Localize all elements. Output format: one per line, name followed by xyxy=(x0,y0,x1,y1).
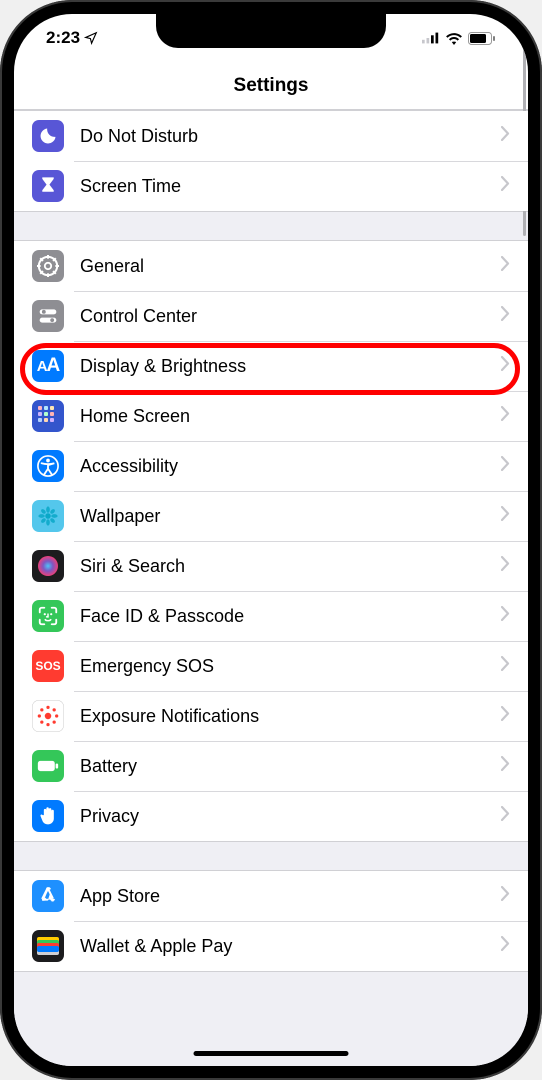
settings-row-appstore[interactable]: App Store xyxy=(14,871,528,921)
chevron-right-icon xyxy=(501,656,510,676)
row-label: General xyxy=(80,256,501,277)
location-arrow-icon xyxy=(84,31,98,45)
chevron-right-icon xyxy=(501,126,510,146)
settings-row-sos[interactable]: SOS Emergency SOS xyxy=(14,641,528,691)
status-right xyxy=(422,32,496,45)
chevron-right-icon xyxy=(501,356,510,376)
settings-row-exposure[interactable]: Exposure Notifications xyxy=(14,691,528,741)
home-indicator[interactable] xyxy=(194,1051,349,1056)
settings-row-dnd[interactable]: Do Not Disturb xyxy=(14,111,528,161)
privacy-icon xyxy=(32,800,64,832)
display-icon: AA xyxy=(32,350,64,382)
row-label: Face ID & Passcode xyxy=(80,606,501,627)
row-label: Display & Brightness xyxy=(80,356,501,377)
chevron-right-icon xyxy=(501,556,510,576)
settings-section: App Store Wallet & Apple Pay xyxy=(14,870,528,972)
battery-icon xyxy=(32,750,64,782)
row-label: Control Center xyxy=(80,306,501,327)
settings-row-wallpaper[interactable]: Wallpaper xyxy=(14,491,528,541)
chevron-right-icon xyxy=(501,256,510,276)
settings-row-screentime[interactable]: Screen Time xyxy=(14,161,528,211)
notch xyxy=(156,14,386,48)
settings-row-general[interactable]: General xyxy=(14,241,528,291)
settings-row-battery[interactable]: Battery xyxy=(14,741,528,791)
homescreen-icon xyxy=(32,400,64,432)
row-label: Privacy xyxy=(80,806,501,827)
exposure-icon xyxy=(32,700,64,732)
chevron-right-icon xyxy=(501,936,510,956)
siri-icon xyxy=(32,550,64,582)
screentime-icon xyxy=(32,170,64,202)
row-label: Battery xyxy=(80,756,501,777)
wallpaper-icon xyxy=(32,500,64,532)
row-label: Screen Time xyxy=(80,176,501,197)
sos-icon: SOS xyxy=(32,650,64,682)
dnd-icon xyxy=(32,120,64,152)
appstore-icon xyxy=(32,880,64,912)
chevron-right-icon xyxy=(501,806,510,826)
screen: 2:23 Settings Do Not Disturb Screen Time G… xyxy=(14,14,528,1066)
settings-row-privacy[interactable]: Privacy xyxy=(14,791,528,841)
settings-row-controlcenter[interactable]: Control Center xyxy=(14,291,528,341)
settings-row-faceid[interactable]: Face ID & Passcode xyxy=(14,591,528,641)
settings-list[interactable]: Do Not Disturb Screen Time General Control … xyxy=(14,110,528,1066)
row-label: Exposure Notifications xyxy=(80,706,501,727)
settings-section: General Control Center AA Display & Brightn… xyxy=(14,240,528,842)
navbar: Settings xyxy=(14,62,528,110)
general-icon xyxy=(32,250,64,282)
row-label: Do Not Disturb xyxy=(80,126,501,147)
cellular-signal-icon xyxy=(422,32,440,44)
row-label: Emergency SOS xyxy=(80,656,501,677)
page-title: Settings xyxy=(234,75,309,97)
settings-row-display[interactable]: AA Display & Brightness xyxy=(14,341,528,391)
battery-icon xyxy=(468,32,496,45)
chevron-right-icon xyxy=(501,506,510,526)
row-label: Wallet & Apple Pay xyxy=(80,936,501,957)
chevron-right-icon xyxy=(501,756,510,776)
accessibility-icon xyxy=(32,450,64,482)
iphone-device-frame: 2:23 Settings Do Not Disturb Screen Time G… xyxy=(0,0,542,1080)
row-label: Siri & Search xyxy=(80,556,501,577)
chevron-right-icon xyxy=(501,706,510,726)
chevron-right-icon xyxy=(501,886,510,906)
settings-row-accessibility[interactable]: Accessibility xyxy=(14,441,528,491)
row-label: Accessibility xyxy=(80,456,501,477)
settings-row-homescreen[interactable]: Home Screen xyxy=(14,391,528,441)
chevron-right-icon xyxy=(501,606,510,626)
wallet-icon xyxy=(32,930,64,962)
settings-section: Do Not Disturb Screen Time xyxy=(14,110,528,212)
status-time: 2:23 xyxy=(46,28,80,48)
settings-row-wallet[interactable]: Wallet & Apple Pay xyxy=(14,921,528,971)
settings-row-siri[interactable]: Siri & Search xyxy=(14,541,528,591)
controlcenter-icon xyxy=(32,300,64,332)
chevron-right-icon xyxy=(501,306,510,326)
chevron-right-icon xyxy=(501,456,510,476)
chevron-right-icon xyxy=(501,176,510,196)
row-label: App Store xyxy=(80,886,501,907)
wifi-icon xyxy=(445,32,463,45)
faceid-icon xyxy=(32,600,64,632)
row-label: Wallpaper xyxy=(80,506,501,527)
status-left: 2:23 xyxy=(46,28,98,48)
chevron-right-icon xyxy=(501,406,510,426)
row-label: Home Screen xyxy=(80,406,501,427)
